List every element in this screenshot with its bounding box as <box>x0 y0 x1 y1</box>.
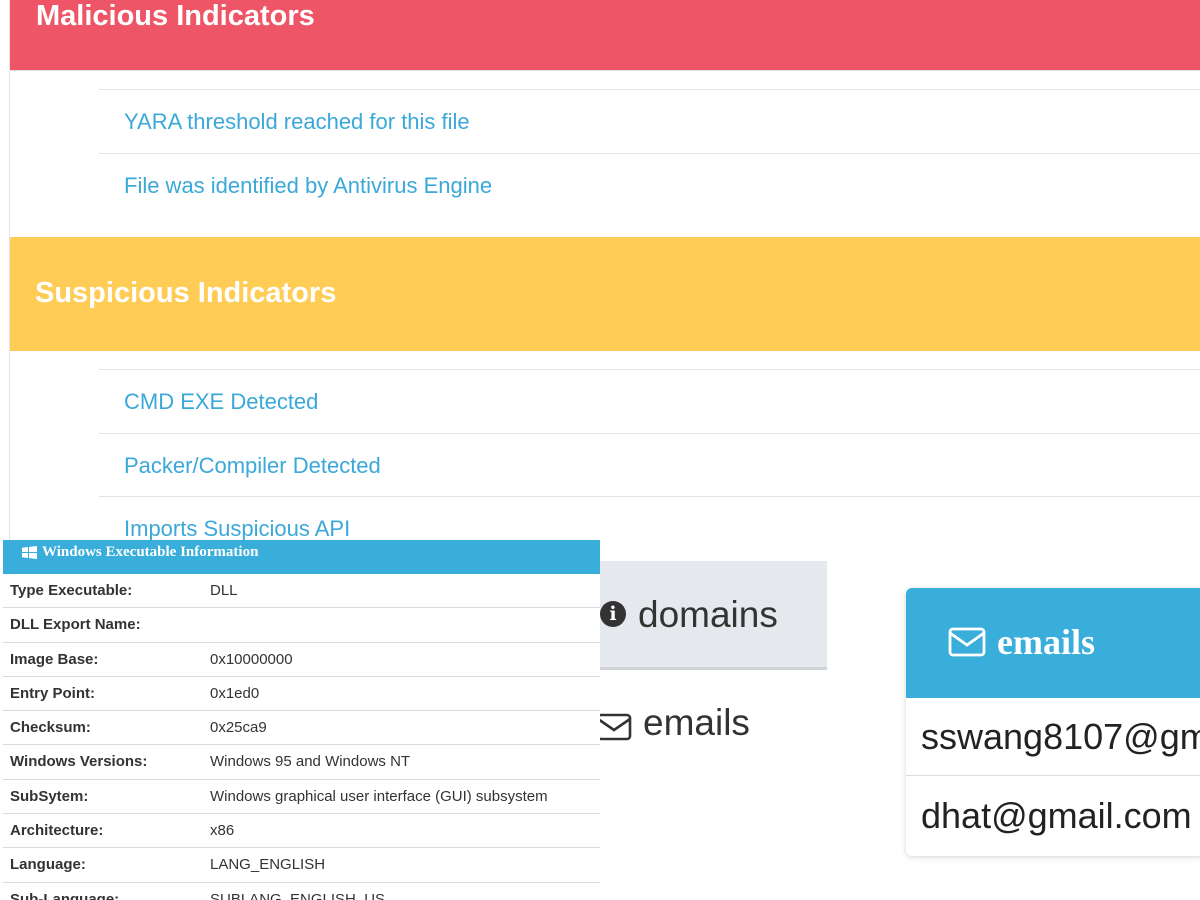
table-row: Entry Point: 0x1ed0 <box>3 677 600 712</box>
divider <box>10 70 1200 71</box>
row-value: 0x10000000 <box>210 650 293 668</box>
row-value: Windows graphical user interface (GUI) s… <box>210 787 548 805</box>
row-key: SubSytem: <box>10 787 89 805</box>
email-item[interactable]: sswang8107@gm <box>906 698 1200 776</box>
table-row: Language: LANG_ENGLISH <box>3 848 600 883</box>
table-row: Sub-Language: SUBLANG_ENGLISH_US <box>3 883 600 900</box>
row-value: 0x1ed0 <box>210 684 260 702</box>
info-icon: i <box>600 601 626 627</box>
suspicious-item-link[interactable]: CMD EXE Detected <box>124 370 318 433</box>
malicious-item[interactable]: File was identified by Antivirus Engine <box>99 153 1200 217</box>
row-key: Image Base: <box>10 650 99 668</box>
windows-executable-info-title: Windows Executable Information <box>42 544 259 560</box>
tab-domains[interactable]: i domains <box>590 561 827 670</box>
row-key: Sub-Language: <box>10 890 120 900</box>
table-row: SubSytem: Windows graphical user interfac… <box>3 780 600 815</box>
table-row: Windows Versions: Windows 95 and Windows … <box>3 745 600 780</box>
emails-card-header: emails <box>906 588 1200 698</box>
row-key: Type Executable: <box>10 582 133 599</box>
suspicious-item[interactable]: Packer/Compiler Detected <box>99 433 1200 497</box>
row-value: DLL <box>210 582 238 599</box>
row-key: Windows Versions: <box>10 753 148 771</box>
windows-executable-info-header: Windows Executable Information <box>3 540 600 574</box>
tab-domains-label: domains <box>638 594 778 635</box>
emails-card-title: emails <box>997 622 1095 662</box>
emails-card: emails sswang8107@gm dhat@gmail.com <box>906 588 1200 856</box>
row-value: 0x25ca9 <box>210 719 267 737</box>
row-key: DLL Export Name: <box>10 616 141 634</box>
malicious-indicators-header: Malicious Indicators <box>10 0 1200 70</box>
table-row: Image Base: 0x10000000 <box>3 643 600 677</box>
malicious-item[interactable]: YARA threshold reached for this file <box>99 89 1200 153</box>
suspicious-item[interactable]: CMD EXE Detected <box>99 369 1200 433</box>
row-key: Language: <box>10 856 86 874</box>
row-key: Architecture: <box>10 822 104 840</box>
malicious-item-link[interactable]: File was identified by Antivirus Engine <box>124 154 492 217</box>
envelope-icon <box>948 627 986 657</box>
indicators-panel: Malicious Indicators YARA threshold reac… <box>9 0 1200 560</box>
row-value: SUBLANG_ENGLISH_US <box>210 890 386 900</box>
malicious-item-link[interactable]: YARA threshold reached for this file <box>124 90 470 153</box>
table-row: Checksum: 0x25ca9 <box>3 711 600 746</box>
suspicious-item-link[interactable]: Packer/Compiler Detected <box>124 434 381 497</box>
table-row: DLL Export Name: <box>3 608 600 643</box>
envelope-icon <box>596 713 632 741</box>
tab-emails-label: emails <box>643 702 750 743</box>
malicious-indicators-title: Malicious Indicators <box>36 0 315 32</box>
email-item[interactable]: dhat@gmail.com <box>906 777 1200 855</box>
windows-executable-info-table: Windows Executable Information Type Exec… <box>3 540 600 900</box>
table-row: Architecture: x86 <box>3 814 600 849</box>
row-value: x86 <box>210 822 235 840</box>
suspicious-indicators-header: Suspicious Indicators <box>10 237 1200 351</box>
row-key: Entry Point: <box>10 684 95 702</box>
table-row: Type Executable: DLL <box>3 574 600 609</box>
suspicious-indicators-title: Suspicious Indicators <box>35 277 337 309</box>
row-key: Checksum: <box>10 719 91 737</box>
row-value: LANG_ENGLISH <box>210 856 326 874</box>
windows-icon <box>22 546 37 559</box>
row-value: Windows 95 and Windows NT <box>210 753 411 771</box>
